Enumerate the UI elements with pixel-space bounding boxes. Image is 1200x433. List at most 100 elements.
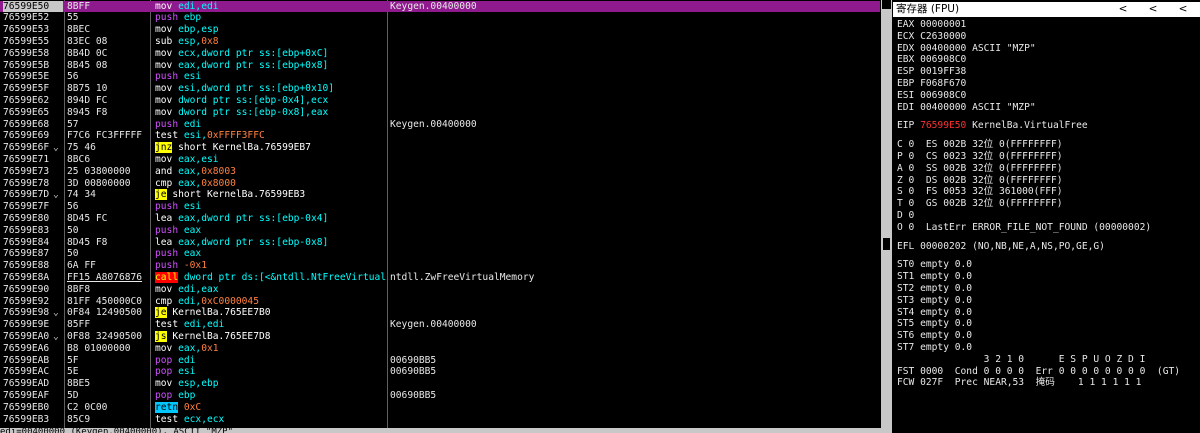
disassembly-row[interactable]: 76599E5F 8B75 10 mov esi,dword ptr ss:[ebp… [0,83,880,95]
register-line[interactable]: ST7 empty 0.0 [897,342,972,354]
disassembly-scrollbar[interactable] [881,0,892,428]
register-line[interactable]: EFL 00000202 (NO,NB,NE,A,NS,PO,GE,G) [897,241,1105,253]
mnemonic: pop [155,366,173,378]
disassembly-row[interactable]: 76599E5B 8B45 08 mov eax,dword ptr ss:[ebp… [0,60,880,72]
register-line[interactable]: ST6 empty 0.0 [897,330,972,342]
instruction-text: js KernelBa.765EE7D8 [155,330,386,343]
disassembly-row[interactable]: 76599EAF 5D pop ebp 00690BB5 [0,390,880,402]
instruction-text: sub esp,0x8 [155,36,386,48]
disassembly-row[interactable]: 76599EAD 8BE5 mov esp,ebp [0,378,880,390]
instruction-text: mov eax,esi [155,154,386,166]
scrollbar-thumb[interactable] [883,238,890,250]
register-line[interactable]: EDI 00400000 ASCII "MZP" [897,102,1036,114]
disassembly-row[interactable]: 76599E98 ⌄ 0F84 12490500 je KernelBa.765EE7… [0,307,880,319]
disassembly-row[interactable]: 76599E50 8BFF mov edi,edi Keygen.00400000 [0,0,880,13]
disassembly-row[interactable]: 76599E88 6A FF push -0x1 [0,260,880,272]
disassembly-row[interactable]: 76599E55 83EC 08 sub esp,0x8 [0,36,880,48]
disassembly-row[interactable]: 76599EA0 ⌄ 0F88 32490500 js KernelBa.765EE7… [0,330,880,343]
operand: KernelBa.765EE7B0 [166,307,271,319]
disassembly-row[interactable]: 76599E52 55 push ebp [0,12,880,24]
disassembly-row[interactable]: 76599E68 57 push edi Keygen.00400000 [0,119,880,131]
disassembly-row[interactable]: 76599E71 8BC6 mov eax,esi [0,154,880,166]
register-line[interactable]: ST4 empty 0.0 [897,307,972,319]
register-line[interactable]: 3 2 1 0 E S P U O Z D I [897,354,1146,366]
register-line[interactable]: EBP F068F670 [897,78,966,90]
disassembly-row[interactable]: 76599EA6 B8 01000000 mov eax,0x1 [0,343,880,355]
register-text: ST0 empty 0.0 [897,259,973,271]
register-line[interactable]: ST1 empty 0.0 [897,271,972,283]
register-line[interactable]: ESI 006908C0 [897,90,966,102]
disassembly-row[interactable]: 76599EB3 85C9 test ecx,ecx [0,414,880,426]
disassembly-row[interactable]: 76599E73 25 03800000 and eax,0x8003 [0,166,880,178]
disassembly-row[interactable]: 76599E53 8BEC mov ebp,esp [0,24,880,36]
register-line[interactable]: FCW 027F Prec NEAR,53 掩码 1 1 1 1 1 1 [897,377,1141,389]
register-line[interactable]: S 0 FS 0053 32位 361000(FFF) [897,186,1063,198]
register-text: D 0 [897,210,915,221]
instruction-bytes: FF15 A8076876 [67,271,143,283]
instruction-bytes: 85C9 [67,413,91,425]
disassembly-row[interactable]: 76599E7F 56 push esi [0,201,880,213]
disassembly-row[interactable]: 76599E5E 56 push esi [0,71,880,83]
register-text: ST2 empty 0.0 [897,283,973,294]
disassembly-row[interactable]: 76599E58 8B4D 0C mov ecx,dword ptr ss:[ebp… [0,48,880,60]
registers-pane[interactable]: 寄存器 (FPU) < < < EAX 00000001 ECX C2630000… [893,0,1200,433]
instruction-address: 76599E8A [3,271,50,283]
disassembly-row[interactable]: 76599E87 50 push eax [0,248,880,260]
register-line[interactable]: EDX 00400000 ASCII "MZP" [897,43,1036,55]
instruction-text: push esi [155,71,386,83]
register-line[interactable]: O 0 LastErr ERROR_FILE_NOT_FOUND (000000… [897,222,1151,234]
register-line[interactable]: EIP 76599E50 KernelBa.VirtualFree [897,120,1088,132]
instruction-bytes: F7C6 FC3FFFFF [67,130,143,142]
disassembly-row[interactable]: 76599EB0 C2 0C00 retn 0xC [0,401,880,414]
mnemonic: push [155,71,179,83]
disassembly-row[interactable]: 76599E9E 85FF test edi,edi Keygen.00400000 [0,319,880,331]
register-line[interactable]: C 0 ES 002B 32位 0(FFFFFFFF) [897,139,1063,151]
disassembly-row[interactable]: 76599E7D ⌄ 74 34 je short KernelBa.76599EB3 [0,189,880,201]
instruction-text: mov dword ptr ss:[ebp-0x4],ecx [155,95,386,107]
disassembly-row[interactable]: 76599E78 3D 00800000 cmp eax,0x8000 [0,178,880,190]
register-line[interactable]: EAX 00000001 [897,19,966,31]
disassembly-row[interactable]: 76599E62 894D FC mov dword ptr ss:[ebp-0x4… [0,95,880,107]
disassembly-row[interactable]: 76599E65 8945 F8 mov dword ptr ss:[ebp-0x8… [0,107,880,119]
chevron-left-icon[interactable]: < [1115,2,1131,17]
register-line[interactable]: A 0 SS 002B 32位 0(FFFFFFFF) [897,163,1063,175]
scroll-up-arrow-icon[interactable] [882,0,891,9]
mnemonic: je [155,307,167,319]
register-line[interactable]: EBX 006908C0 [897,54,966,66]
register-text: EFL 00000202 (NO,NB,NE,A,NS,PO,GE,G) [897,240,1105,252]
chevron-left-icon[interactable]: < [1145,2,1161,17]
disassembly-row[interactable]: 76599E69 F7C6 FC3FFFFF test esi,0xFFFF3FFC [0,130,880,142]
disassembly-row[interactable]: 76599EAC 5E pop esi 00690BB5 [0,366,880,378]
disassembly-row[interactable]: 76599E92 81FF 450000C0 cmp edi,0xC0000045 [0,296,880,308]
disassembly-row[interactable]: 76599E80 8D45 FC lea eax,dword ptr ss:[ebp… [0,213,880,225]
disassembly-pane[interactable]: 76599E50 8BFF mov edi,edi Keygen.00400000 76… [0,0,880,428]
instruction-bytes: 5D [67,389,79,401]
instruction-address: 76599E9E [3,319,50,331]
register-line[interactable]: ESP 0019FF38 [897,66,966,78]
instruction-comment: 00690BB5 [390,389,437,401]
register-line[interactable]: Z 0 DS 002B 32位 0(FFFFFFFF) [897,175,1063,187]
register-line[interactable]: T 0 GS 002B 32位 0(FFFFFFFF) [897,198,1063,210]
disassembly-row[interactable]: 76599E90 8BF8 mov edi,eax [0,284,880,296]
disassembly-row[interactable]: 76599E6F ⌄ 75 46 jnz short KernelBa.76599EB… [0,142,880,154]
register-text: EDX 00400000 ASCII "MZP" [897,42,1036,54]
register-line[interactable]: ST2 empty 0.0 [897,283,972,295]
mnemonic: cmp [155,295,173,307]
disassembly-row[interactable]: 76599E83 50 push eax [0,225,880,237]
register-line[interactable]: ST0 empty 0.0 [897,259,972,271]
mnemonic: mov [155,106,173,118]
chevron-left-icon[interactable]: < [1175,2,1191,17]
register-line[interactable]: ST5 empty 0.0 [897,318,972,330]
instruction-address: 76599E5B [3,59,50,71]
instruction-bytes: 8B45 08 [67,59,108,71]
disassembly-row[interactable]: 76599E84 8D45 F8 lea eax,dword ptr ss:[ebp… [0,237,880,249]
register-line[interactable]: ECX C2630000 [897,31,966,43]
register-line[interactable]: ST3 empty 0.0 [897,295,972,307]
disassembly-row[interactable]: 76599EAB 5F pop edi 00690BB5 [0,355,880,367]
register-line[interactable]: P 0 CS 0023 32位 0(FFFFFFFF) [897,151,1063,163]
instruction-address: 76599E71 [3,153,50,165]
register-line[interactable]: D 0 [897,210,914,222]
register-line[interactable]: FST 0000 Cond 0 0 0 0 Err 0 0 0 0 0 0 0 … [897,366,1180,378]
register-detail: 361000(FFF) [993,186,1063,198]
disassembly-row[interactable]: 76599E8A FF15 A8076876 call dword ptr ds:[… [0,271,880,284]
